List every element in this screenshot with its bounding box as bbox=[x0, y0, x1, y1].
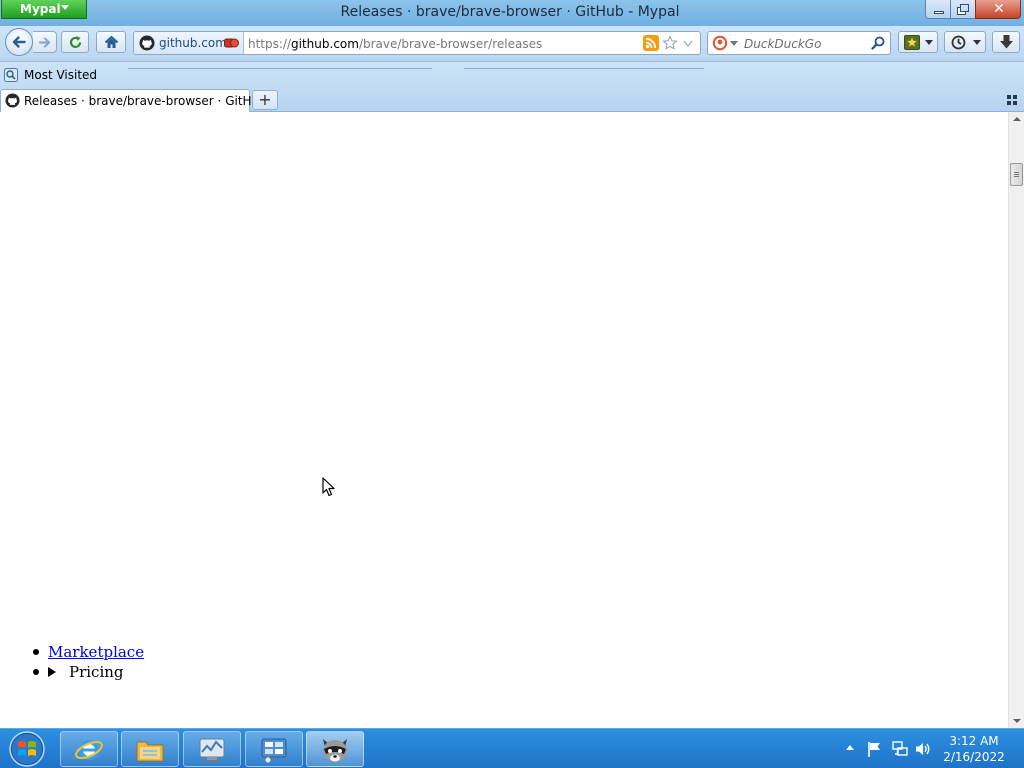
list-bullet bbox=[33, 649, 39, 655]
grip-line bbox=[1014, 174, 1019, 175]
action-center-flag-icon[interactable] bbox=[866, 740, 884, 758]
back-button[interactable] bbox=[5, 28, 33, 56]
clock-date: 2/16/2022 bbox=[943, 750, 1005, 764]
taskbar: 3:12 AM 2/16/2022 bbox=[0, 728, 1024, 768]
page-scrollbar[interactable] bbox=[1008, 112, 1024, 728]
taskbar-internet-explorer[interactable] bbox=[60, 731, 118, 767]
resource-monitor-icon bbox=[199, 738, 225, 762]
app-menu-caret-icon bbox=[61, 5, 69, 10]
app-menu-label: Mypal bbox=[20, 2, 61, 16]
list-all-tabs-icon[interactable] bbox=[1006, 94, 1018, 106]
navigation-toolbar: github.com https://github.com/brave/brav… bbox=[0, 26, 1024, 62]
tab-releases[interactable]: Releases · brave/brave-browser · GitHub bbox=[0, 89, 267, 112]
bookmarks-toolbar: Most Visited bbox=[0, 62, 1024, 88]
pricing-label: Pricing bbox=[69, 663, 124, 681]
page-nav-list: Marketplace Pricing bbox=[33, 642, 144, 682]
reload-icon bbox=[69, 36, 82, 49]
close-button[interactable]: ✕ bbox=[975, 0, 1021, 19]
window-title: Releases · brave/brave-browser · GitHub … bbox=[340, 4, 680, 20]
grip-line bbox=[1014, 172, 1019, 173]
page-content: Marketplace Pricing bbox=[0, 112, 1008, 728]
taskbar-resource-monitor[interactable] bbox=[183, 731, 241, 767]
network-icon[interactable] bbox=[891, 740, 909, 758]
list-item: Marketplace bbox=[33, 642, 144, 662]
clock-time: 3:12 AM bbox=[949, 734, 999, 748]
tab-strip: Releases · brave/brave-browser · GitHub … bbox=[0, 88, 1024, 112]
show-hidden-icons-chevron-icon[interactable] bbox=[846, 745, 854, 750]
forward-arrow-icon bbox=[39, 37, 51, 48]
url-host: github.com bbox=[291, 37, 359, 51]
downloads-button[interactable] bbox=[992, 31, 1020, 53]
mypal-raccoon-icon bbox=[323, 739, 347, 762]
reload-button[interactable] bbox=[61, 31, 89, 53]
search-input[interactable]: DuckDuckGo bbox=[744, 37, 821, 51]
bookmarks-dropdown-icon bbox=[925, 40, 933, 45]
control-panel-icon bbox=[261, 738, 287, 764]
new-tab-button[interactable]: + bbox=[252, 90, 278, 110]
site-identity-button[interactable]: github.com bbox=[134, 32, 244, 54]
disclosure-triangle-icon[interactable] bbox=[48, 667, 56, 677]
url-text[interactable]: https://github.com/brave/brave-browser/r… bbox=[248, 37, 542, 51]
tab-label: Releases · brave/brave-browser · GitHub bbox=[24, 94, 267, 108]
list-bullet bbox=[33, 669, 39, 675]
grip-line bbox=[1014, 176, 1019, 177]
blocked-content-icon bbox=[224, 38, 239, 48]
restore-button[interactable] bbox=[950, 0, 976, 19]
minimize-button[interactable] bbox=[925, 0, 951, 19]
volume-speaker-icon[interactable] bbox=[914, 740, 932, 758]
minimize-icon bbox=[934, 11, 944, 14]
taskbar-file-explorer[interactable] bbox=[121, 731, 179, 767]
close-icon: ✕ bbox=[993, 1, 1005, 17]
bookmarks-folder-icon bbox=[4, 68, 18, 82]
url-path: /brave/brave-browser/releases bbox=[358, 37, 543, 51]
start-button[interactable] bbox=[3, 730, 51, 768]
scrollbar-thumb[interactable] bbox=[1010, 163, 1023, 186]
window-titlebar[interactable]: Mypal Releases · brave/brave-browser · G… bbox=[0, 0, 1024, 26]
bookmarks-separator bbox=[464, 68, 704, 69]
bookmarks-star-icon bbox=[904, 35, 920, 50]
taskbar-control-panel[interactable] bbox=[245, 731, 303, 767]
search-bar[interactable]: DuckDuckGo bbox=[707, 31, 891, 55]
home-button[interactable] bbox=[96, 31, 126, 53]
internet-explorer-icon bbox=[75, 740, 103, 760]
pricing-summary[interactable]: Pricing bbox=[48, 663, 124, 681]
bookmarks-menu-button[interactable] bbox=[898, 31, 938, 53]
github-icon bbox=[139, 35, 155, 51]
history-dropdown-icon bbox=[973, 40, 981, 45]
bookmarks-separator bbox=[128, 68, 432, 69]
system-clock[interactable]: 3:12 AM 2/16/2022 bbox=[938, 733, 1010, 765]
url-dropdown-icon[interactable] bbox=[683, 40, 693, 47]
app-menu-button[interactable]: Mypal bbox=[1, 0, 87, 19]
history-button[interactable] bbox=[944, 31, 986, 53]
search-engine-dropdown-icon[interactable] bbox=[730, 41, 738, 46]
url-bar[interactable]: github.com https://github.com/brave/brav… bbox=[133, 31, 701, 55]
marketplace-link[interactable]: Marketplace bbox=[48, 643, 144, 661]
list-item: Pricing bbox=[33, 662, 144, 682]
download-arrow-icon bbox=[1000, 35, 1013, 49]
file-explorer-icon bbox=[136, 741, 164, 762]
github-icon bbox=[5, 93, 20, 108]
url-prefix: https:// bbox=[248, 37, 292, 51]
duckduckgo-icon[interactable] bbox=[712, 35, 728, 51]
scroll-up-arrow-icon[interactable] bbox=[1013, 117, 1021, 121]
bookmark-star-icon[interactable] bbox=[662, 35, 678, 51]
history-clock-icon bbox=[951, 35, 966, 50]
scroll-down-arrow-icon[interactable] bbox=[1013, 719, 1021, 723]
back-arrow-icon bbox=[12, 36, 26, 48]
search-go-icon[interactable] bbox=[871, 36, 885, 50]
identity-label: github.com bbox=[159, 36, 227, 50]
forward-button[interactable] bbox=[33, 31, 57, 53]
bookmark-label: Most Visited bbox=[24, 68, 98, 82]
mouse-cursor-icon bbox=[322, 477, 335, 497]
rss-feed-icon[interactable] bbox=[643, 35, 659, 51]
taskbar-mypal[interactable] bbox=[306, 731, 364, 767]
restore-icon bbox=[960, 4, 969, 12]
home-icon bbox=[104, 35, 119, 48]
